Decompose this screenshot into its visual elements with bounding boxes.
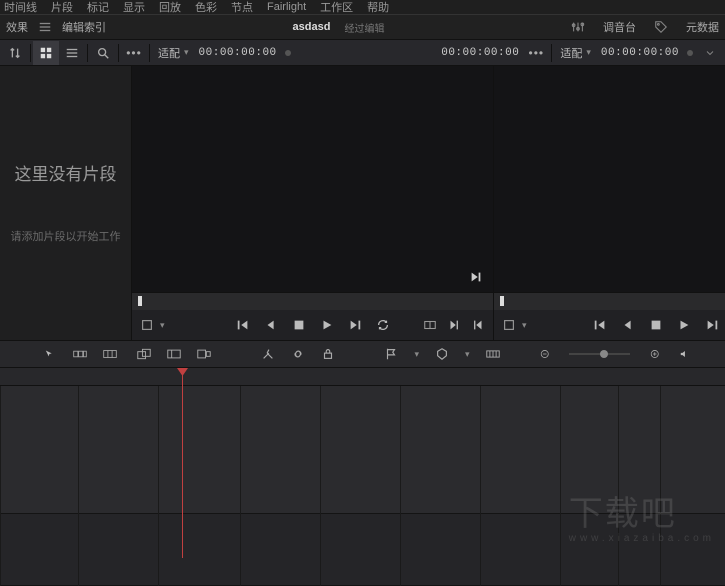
right-viewer-zoom[interactable]: 适配 ▾ <box>554 45 597 61</box>
metadata-toggle[interactable]: 元数据 <box>686 19 719 35</box>
left-viewer-zoom[interactable]: 适配 ▾ <box>152 45 195 61</box>
last-frame-button[interactable] <box>348 318 362 332</box>
edit-toolbar: ▾ ▾ <box>0 340 725 368</box>
crop-overlay-icon[interactable] <box>140 318 154 332</box>
sort-toggle[interactable] <box>2 41 28 65</box>
zoom-out-button[interactable] <box>540 347 549 361</box>
menu-playback[interactable]: 回放 <box>159 0 181 15</box>
more-options-button[interactable]: ••• <box>121 41 147 65</box>
insert-clip-icon[interactable] <box>73 347 87 361</box>
chevron-down-icon: ▾ <box>586 47 591 58</box>
menu-node[interactable]: 节点 <box>231 0 253 15</box>
zoom-knob[interactable] <box>600 350 608 358</box>
record-indicator-left <box>285 50 291 56</box>
stop-button[interactable] <box>292 318 306 332</box>
source-transport: ▾ <box>132 310 493 340</box>
menu-bar: 时间线 片段 标记 显示 回放 色彩 节点 Fairlight 工作区 帮助 <box>0 0 725 14</box>
lock-tool[interactable] <box>321 347 335 361</box>
viewer-expand-button[interactable] <box>697 41 723 65</box>
last-frame-button[interactable] <box>705 318 719 332</box>
right-viewer-timecode[interactable]: 00:00:00:00 <box>597 47 683 59</box>
tag-icon <box>654 20 668 34</box>
menu-mark[interactable]: 标记 <box>87 0 109 15</box>
link-tool[interactable] <box>291 347 305 361</box>
record-indicator-right <box>687 50 693 56</box>
match-frame-button[interactable] <box>423 318 437 332</box>
zoom-slider[interactable] <box>569 353 630 355</box>
crop-overlay-icon[interactable] <box>502 318 516 332</box>
chevron-down-icon[interactable]: ▾ <box>414 349 419 360</box>
timeline-panel <box>0 368 725 558</box>
menu-clip[interactable]: 片段 <box>51 0 73 15</box>
project-name: asdasd <box>293 21 331 33</box>
edit-index-toggle[interactable]: 编辑索引 <box>62 19 106 35</box>
chevron-down-icon[interactable]: ▾ <box>160 320 165 331</box>
play-button[interactable] <box>320 318 334 332</box>
chevron-down-icon: ▾ <box>184 47 189 58</box>
flag-tool[interactable] <box>384 347 398 361</box>
menu-color[interactable]: 色彩 <box>195 0 217 15</box>
timeline-ruler[interactable] <box>0 368 725 386</box>
loop-button[interactable] <box>376 318 390 332</box>
first-frame-button[interactable] <box>593 318 607 332</box>
replace-clip-icon[interactable] <box>137 347 151 361</box>
grid-view-button[interactable] <box>33 41 59 65</box>
chevron-down-icon[interactable]: ▾ <box>522 320 527 331</box>
speaker-icon[interactable] <box>679 347 688 361</box>
menu-view[interactable]: 显示 <box>123 0 145 15</box>
overwrite-clip-icon[interactable] <box>103 347 117 361</box>
sliders-icon <box>571 20 585 34</box>
right-source-timecode[interactable]: 00:00:00:00 <box>437 47 523 59</box>
list-view-button[interactable] <box>59 41 85 65</box>
bin-empty-subtitle: 请添加片段以开始工作 <box>11 229 121 246</box>
scrub-head[interactable] <box>500 296 504 306</box>
fit-to-fill-icon[interactable] <box>167 347 181 361</box>
video-track[interactable] <box>0 386 725 514</box>
edited-indicator: 经过编辑 <box>344 20 384 35</box>
source-canvas[interactable] <box>132 66 493 292</box>
scrub-head[interactable] <box>138 296 142 306</box>
marker-tool[interactable] <box>435 347 449 361</box>
bin-toolbar: ••• 适配 ▾ 00:00:00:00 00:00:00:00 ••• 适配 … <box>0 40 725 66</box>
playhead[interactable] <box>182 368 183 558</box>
bin-empty-title: 这里没有片段 <box>15 160 117 185</box>
source-scrubber[interactable] <box>132 292 493 310</box>
menu-workspace[interactable]: 工作区 <box>320 0 353 15</box>
media-bin[interactable]: 这里没有片段 请添加片段以开始工作 <box>0 66 132 340</box>
panel-bar: 效果 编辑索引 asdasd 经过编辑 调音台 元数据 <box>0 14 725 40</box>
selection-tool[interactable] <box>44 347 53 361</box>
step-back-button[interactable] <box>264 318 278 332</box>
menu-timeline[interactable]: 时间线 <box>4 0 37 15</box>
menu-help[interactable]: 帮助 <box>367 0 389 15</box>
append-clip-icon[interactable] <box>197 347 211 361</box>
blade-tool[interactable] <box>261 347 275 361</box>
audio-track[interactable] <box>0 514 725 586</box>
snap-tool[interactable] <box>486 347 500 361</box>
zoom-in-button[interactable] <box>650 347 659 361</box>
next-icon[interactable] <box>469 270 483 284</box>
chevron-down-icon[interactable]: ▾ <box>465 349 470 360</box>
source-viewer: ▾ <box>132 66 494 340</box>
play-button[interactable] <box>677 318 691 332</box>
search-button[interactable] <box>90 41 116 65</box>
timeline-scrubber[interactable] <box>494 292 725 310</box>
menu-fairlight[interactable]: Fairlight <box>267 1 306 13</box>
out-point-button[interactable] <box>471 318 485 332</box>
first-frame-button[interactable] <box>236 318 250 332</box>
effects-library-toggle[interactable]: 效果 <box>6 19 28 35</box>
timeline-transport: ▾ <box>494 310 725 340</box>
stop-button[interactable] <box>649 318 663 332</box>
fit-label-right: 适配 <box>560 45 582 61</box>
timeline-canvas[interactable] <box>494 66 725 292</box>
timeline-viewer: ▾ <box>494 66 725 340</box>
viewer-row: 这里没有片段 请添加片段以开始工作 ▾ <box>0 66 725 340</box>
fit-label: 适配 <box>158 45 180 61</box>
left-viewer-timecode[interactable]: 00:00:00:00 <box>195 47 281 59</box>
in-point-button[interactable] <box>447 318 461 332</box>
list-icon <box>38 20 52 34</box>
step-back-button[interactable] <box>621 318 635 332</box>
more-options-mid[interactable]: ••• <box>523 41 549 65</box>
mixer-toggle[interactable]: 调音台 <box>603 19 636 35</box>
timeline-tracks[interactable] <box>0 386 725 586</box>
